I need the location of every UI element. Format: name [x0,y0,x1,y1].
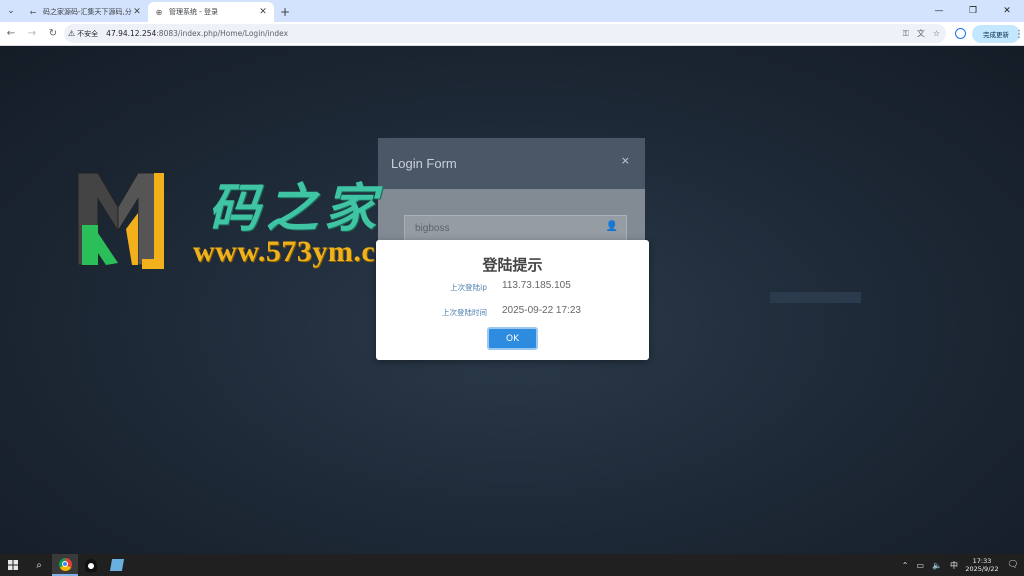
volume-icon[interactable]: 🔈 [932,561,942,570]
system-tray: ⌃ ▭ 🔈 中 17:33 2025/9/22 🗨 [898,554,1024,576]
watermark-brand: 码之家 [208,178,383,239]
back-arrow-icon: ← [29,7,37,17]
password-key-icon[interactable]: ⚿ [903,29,909,39]
browser-toolbar: ← → ↻ ⚠ 不安全 47.94.12.254:8083/index.php/… [0,22,1024,46]
ime-indicator[interactable]: 中 [950,560,958,571]
address-bar[interactable]: ⚠ 不安全 47.94.12.254:8083/index.php/Home/L… [64,24,946,43]
address-bar-actions: ⚿ 文 ☆ [903,24,940,43]
ok-button[interactable]: OK [487,327,538,350]
clock-date: 2025/9/22 [965,565,999,573]
clock[interactable]: 17:33 2025/9/22 [962,557,1002,573]
profile-avatar-icon[interactable] [955,28,966,39]
side-pill [770,292,861,303]
m-logo-icon [77,172,164,269]
taskbar: ⌕ ⌃ ▭ 🔈 中 17:33 2025/9/22 🗨 [0,554,1024,576]
minimize-icon[interactable]: — [922,0,956,22]
last-ip-row: 上次登陆ip 113.73.185.105 [376,280,649,294]
tab-admin-login[interactable]: ⊕ 管理系统 - 登录 ✕ [148,2,274,22]
user-icon: 👤 [605,221,618,232]
last-ip-label: 上次登陆ip [450,283,487,292]
tab-strip: ⌄ ← 码之家源码-汇集天下源码,分享 ✕ ⊕ 管理系统 - 登录 ✕ + — … [0,0,1024,22]
tray-chevron-icon[interactable]: ⌃ [902,561,909,570]
qq-icon[interactable] [78,554,104,576]
security-label: 不安全 [77,29,99,38]
url-text: 47.94.12.254:8083/index.php/Home/Login/i… [106,29,288,38]
tab-title: 码之家源码-汇集天下源码,分享 [43,8,132,16]
restore-icon[interactable]: ❐ [956,0,990,22]
search-icon[interactable]: ⌕ [26,554,52,576]
url-host: 47.94.12.254 [106,29,157,38]
network-icon[interactable]: ▭ [916,561,924,570]
window-controls: — ❐ ✕ [922,0,1024,22]
close-tab-icon[interactable]: ✕ [258,7,268,17]
bookmark-star-icon[interactable]: ☆ [933,29,940,38]
notification-icon[interactable]: 🗨 [1002,560,1024,570]
new-tab-button[interactable]: + [274,2,296,22]
windows-start-icon[interactable] [0,554,26,576]
close-icon[interactable]: × [621,154,630,167]
page-viewport: Login Form × bigboss 👤 码之家 www.573ym.com… [0,46,1024,554]
close-window-icon[interactable]: ✕ [990,0,1024,22]
notepad-icon[interactable] [104,554,130,576]
translate-icon[interactable]: 文 [917,28,925,39]
menu-dots-icon[interactable]: ⋮ [1014,24,1024,44]
dialog-title: 登陆提示 [482,256,543,274]
chrome-icon[interactable] [52,554,78,576]
security-indicator[interactable]: ⚠ 不安全 [68,29,98,39]
url-path: :8083/index.php/Home/Login/index [156,29,289,38]
tab-source-site[interactable]: ← 码之家源码-汇集天下源码,分享 ✕ [22,2,148,22]
clock-time: 17:33 [972,557,992,565]
last-time-value: 2025-09-22 17:23 [502,305,581,316]
warning-icon: ⚠ [68,29,76,38]
last-time-label: 上次登陆时间 [442,308,487,317]
update-button[interactable]: 完成更新 [972,25,1020,43]
last-time-row: 上次登陆时间 2025-09-22 17:23 [376,305,649,319]
close-tab-icon[interactable]: ✕ [132,7,142,17]
back-icon[interactable]: ← [1,24,21,44]
forward-icon[interactable]: → [22,24,42,44]
globe-icon: ⊕ [155,7,163,17]
reload-icon[interactable]: ↻ [43,24,63,44]
tab-search-icon[interactable]: ⌄ [0,0,22,22]
last-ip-value: 113.73.185.105 [502,280,571,291]
tab-title: 管理系统 - 登录 [169,8,218,16]
login-info-dialog: 登陆提示 上次登陆ip 113.73.185.105 上次登陆时间 2025-0… [376,240,649,360]
